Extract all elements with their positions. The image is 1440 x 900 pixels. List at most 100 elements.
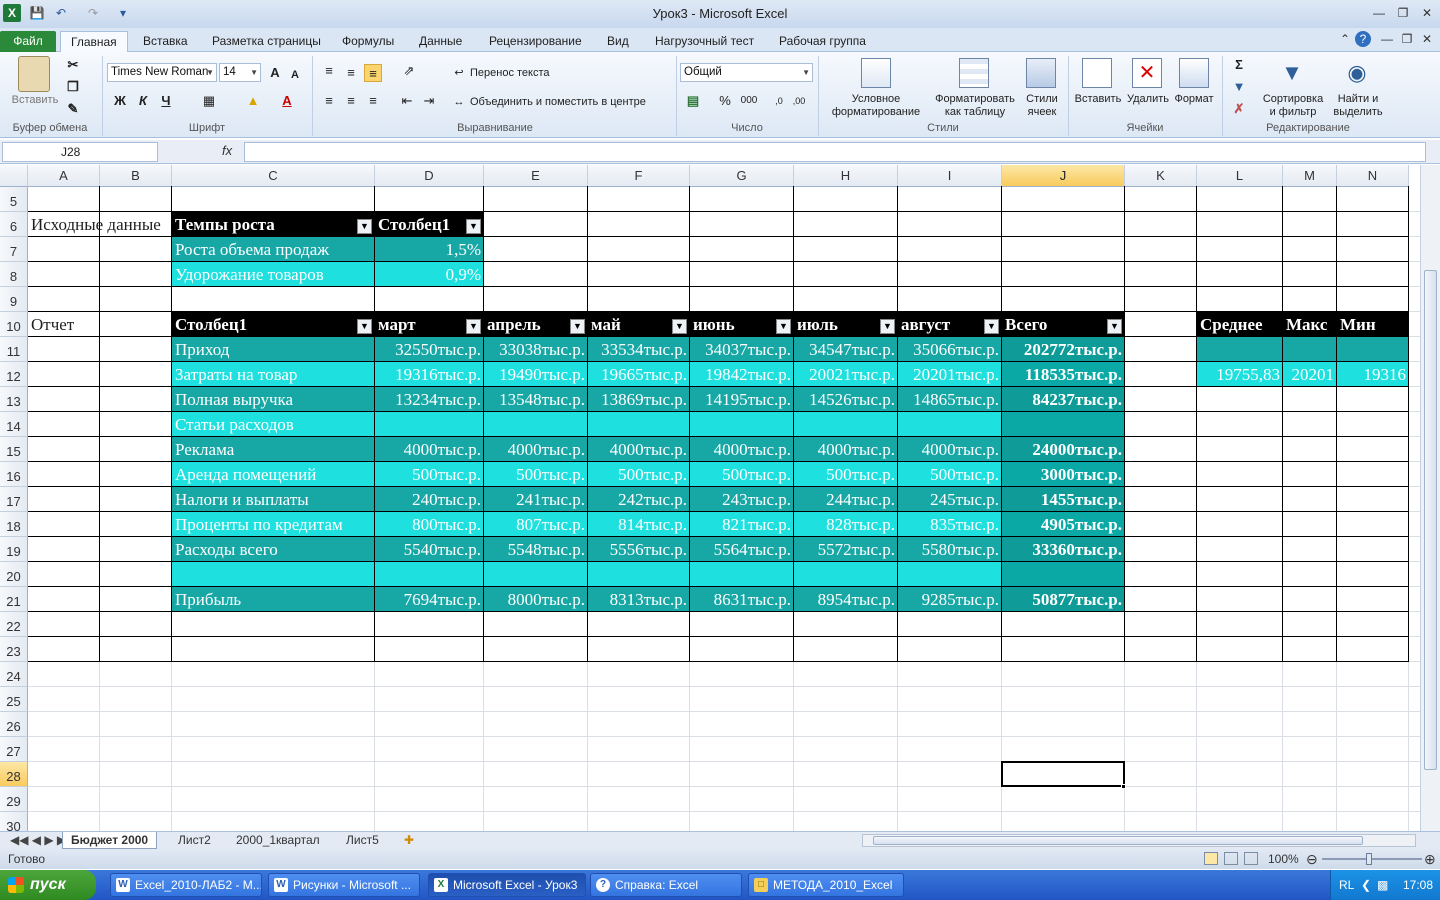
zoom-in-icon[interactable]: ⊕: [1424, 849, 1436, 869]
cell[interactable]: Темпы роста: [172, 212, 375, 236]
column-header[interactable]: N: [1337, 165, 1409, 187]
formula-input[interactable]: [244, 142, 1426, 162]
sheet-tab-list5[interactable]: Лист5: [338, 832, 387, 849]
insert-sheet-icon[interactable]: ✚: [396, 832, 422, 849]
cell[interactable]: Роста объема продаж: [172, 237, 375, 261]
cell[interactable]: 5548тыс.р.: [484, 537, 588, 561]
grow-font-icon[interactable]: A: [266, 64, 284, 82]
filter-dropdown-icon[interactable]: ▼: [984, 319, 999, 334]
row-header[interactable]: 5: [0, 187, 28, 212]
restore-button[interactable]: ❐: [1392, 5, 1414, 21]
column-header[interactable]: L: [1197, 165, 1283, 187]
network-icon[interactable]: ▩: [1377, 870, 1388, 900]
doc-close-button[interactable]: ✕: [1416, 31, 1438, 47]
column-header[interactable]: D: [375, 165, 484, 187]
cell[interactable]: 34037тыс.р.: [690, 337, 794, 361]
format-as-table-button[interactable]: Форматировать как таблицу: [930, 93, 1020, 119]
vertical-scroll-thumb[interactable]: [1424, 270, 1437, 770]
tab-workgroup[interactable]: Рабочая группа: [769, 31, 876, 52]
cell[interactable]: 20201тыс.р.: [898, 362, 1002, 386]
cell[interactable]: 500тыс.р.: [484, 462, 588, 486]
paste-icon[interactable]: [18, 56, 50, 92]
row-header[interactable]: 28: [0, 762, 28, 787]
cell[interactable]: 0,9%: [375, 262, 484, 286]
delete-cells-button[interactable]: Удалить: [1124, 93, 1172, 106]
cell[interactable]: 19842тыс.р.: [690, 362, 794, 386]
decrease-indent-icon[interactable]: ⇤: [398, 92, 416, 110]
row-header[interactable]: 29: [0, 787, 28, 812]
cell[interactable]: 14195тыс.р.: [690, 387, 794, 411]
copy-icon[interactable]: ❐: [64, 78, 82, 96]
cell[interactable]: [1002, 562, 1125, 586]
cell[interactable]: 13869тыс.р.: [588, 387, 690, 411]
cell[interactable]: Макс: [1283, 312, 1337, 336]
row-header[interactable]: 10: [0, 312, 28, 337]
row-header[interactable]: 25: [0, 687, 28, 712]
cell[interactable]: Среднее: [1197, 312, 1283, 336]
font-name-combo[interactable]: Times New Roman ▼: [107, 63, 217, 82]
cell[interactable]: 19755,83: [1197, 362, 1283, 386]
cell[interactable]: Столбец1: [172, 312, 375, 336]
insert-cells-icon[interactable]: [1082, 58, 1112, 88]
cell[interactable]: 828тыс.р.: [794, 512, 898, 536]
cell[interactable]: 35066тыс.р.: [898, 337, 1002, 361]
clear-icon[interactable]: ✗: [1230, 100, 1248, 118]
filter-dropdown-icon[interactable]: ▼: [776, 319, 791, 334]
format-cells-button[interactable]: Формат: [1170, 93, 1218, 106]
row-header[interactable]: 15: [0, 437, 28, 462]
cell[interactable]: 34547тыс.р.: [794, 337, 898, 361]
cell-styles-icon[interactable]: [1026, 58, 1056, 88]
tab-formulas[interactable]: Формулы: [332, 31, 404, 52]
cell[interactable]: 5540тыс.р.: [375, 537, 484, 561]
italic-button[interactable]: К: [134, 92, 152, 110]
underline-button[interactable]: Ч: [157, 92, 175, 110]
align-middle-icon[interactable]: ≡: [342, 64, 360, 82]
wrap-text-icon[interactable]: ↩: [450, 64, 468, 82]
cell[interactable]: 19490тыс.р.: [484, 362, 588, 386]
cell[interactable]: 240тыс.р.: [375, 487, 484, 511]
row-header[interactable]: 13: [0, 387, 28, 412]
cell[interactable]: 244тыс.р.: [794, 487, 898, 511]
cell[interactable]: 14526тыс.р.: [794, 387, 898, 411]
cell[interactable]: 8313тыс.р.: [588, 587, 690, 611]
minimize-button[interactable]: —: [1368, 5, 1390, 21]
insert-function-button[interactable]: fx: [222, 143, 232, 158]
wrap-text-button[interactable]: Перенос текста: [470, 67, 550, 80]
increase-decimal-icon[interactable]: ,0: [770, 92, 788, 110]
row-header[interactable]: 30: [0, 812, 28, 831]
cell[interactable]: 800тыс.р.: [375, 512, 484, 536]
cell[interactable]: 13548тыс.р.: [484, 387, 588, 411]
worksheet-grid[interactable]: A B C D E F G H I J K L M N 5 6 7 8 9 10 11 12 13 14 15 16 17 18 19 2…: [0, 165, 1420, 831]
fill-handle[interactable]: [1121, 784, 1126, 789]
row-header[interactable]: 7: [0, 237, 28, 262]
cell[interactable]: [484, 562, 588, 586]
cell[interactable]: [375, 562, 484, 586]
format-painter-icon[interactable]: ✎: [64, 100, 82, 118]
cell[interactable]: 245тыс.р.: [898, 487, 1002, 511]
row-header[interactable]: 12: [0, 362, 28, 387]
cell[interactable]: 5556тыс.р.: [588, 537, 690, 561]
select-all-corner[interactable]: [0, 165, 28, 187]
cell[interactable]: 19316тыс.р.: [375, 362, 484, 386]
cell[interactable]: Мин: [1337, 312, 1409, 336]
cell[interactable]: 32550тыс.р.: [375, 337, 484, 361]
doc-minimize-button[interactable]: —: [1376, 31, 1398, 47]
align-bottom-icon[interactable]: ≡: [364, 64, 382, 82]
cell[interactable]: 7694тыс.р.: [375, 587, 484, 611]
cell[interactable]: 4000тыс.р.: [375, 437, 484, 461]
cell[interactable]: [1337, 337, 1409, 361]
tab-view[interactable]: Вид: [597, 31, 639, 52]
column-header[interactable]: E: [484, 165, 588, 187]
column-header[interactable]: K: [1125, 165, 1197, 187]
zoom-slider[interactable]: [1322, 858, 1422, 860]
cell[interactable]: 4000тыс.р.: [898, 437, 1002, 461]
column-header[interactable]: A: [28, 165, 100, 187]
cell[interactable]: Проценты по кредитам: [172, 512, 375, 536]
cell[interactable]: Прибыль: [172, 587, 375, 611]
help-icon[interactable]: ?: [1355, 31, 1371, 47]
font-size-combo[interactable]: 14 ▼: [219, 63, 261, 82]
row-header[interactable]: 22: [0, 612, 28, 637]
tab-home[interactable]: Главная: [60, 31, 128, 52]
conditional-formatting-button[interactable]: Условное форматирование: [822, 93, 930, 119]
cell[interactable]: [1002, 412, 1125, 436]
